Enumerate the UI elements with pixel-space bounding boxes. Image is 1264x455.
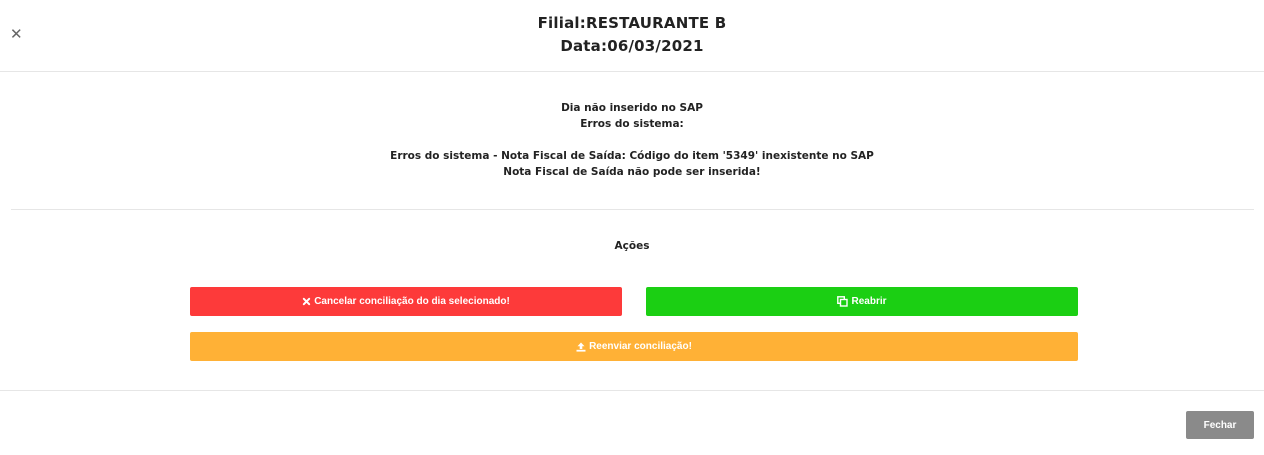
date-title: Data:06/03/2021: [560, 37, 704, 55]
divider: [11, 209, 1254, 210]
branch-title: Filial:RESTAURANTE B: [537, 14, 727, 32]
resend-reconciliation-label: Reenviar conciliação!: [589, 341, 692, 352]
error-consequence: Nota Fiscal de Saída não pode ser inseri…: [503, 166, 761, 178]
reopen-label: Reabrir: [851, 296, 887, 307]
error-messages: Dia não inserido no SAP Erros do sistema…: [0, 100, 1264, 180]
copy-icon: [837, 296, 849, 307]
actions-title: Ações: [614, 240, 650, 252]
footer-divider: [0, 390, 1264, 391]
close-button[interactable]: Fechar: [1186, 411, 1254, 439]
reconciliation-modal: ✕ Filial:RESTAURANTE B Data:06/03/2021 D…: [0, 0, 1264, 455]
resend-reconciliation-button[interactable]: Reenviar conciliação!: [190, 332, 1078, 361]
modal-header: ✕ Filial:RESTAURANTE B Data:06/03/2021: [0, 0, 1264, 72]
status-message: Dia não inserido no SAP: [561, 102, 703, 114]
cancel-reconciliation-button[interactable]: Cancelar conciliação do dia selecionado!: [190, 287, 622, 316]
cancel-reconciliation-label: Cancelar conciliação do dia selecionado!: [314, 296, 510, 307]
error-detail: Erros do sistema - Nota Fiscal de Saída:…: [390, 150, 874, 162]
upload-icon: [576, 342, 586, 352]
errors-heading: Erros do sistema:: [580, 118, 684, 130]
times-icon: [302, 297, 311, 306]
modal-title: Filial:RESTAURANTE B Data:06/03/2021: [0, 12, 1264, 58]
reopen-button[interactable]: Reabrir: [646, 287, 1078, 316]
